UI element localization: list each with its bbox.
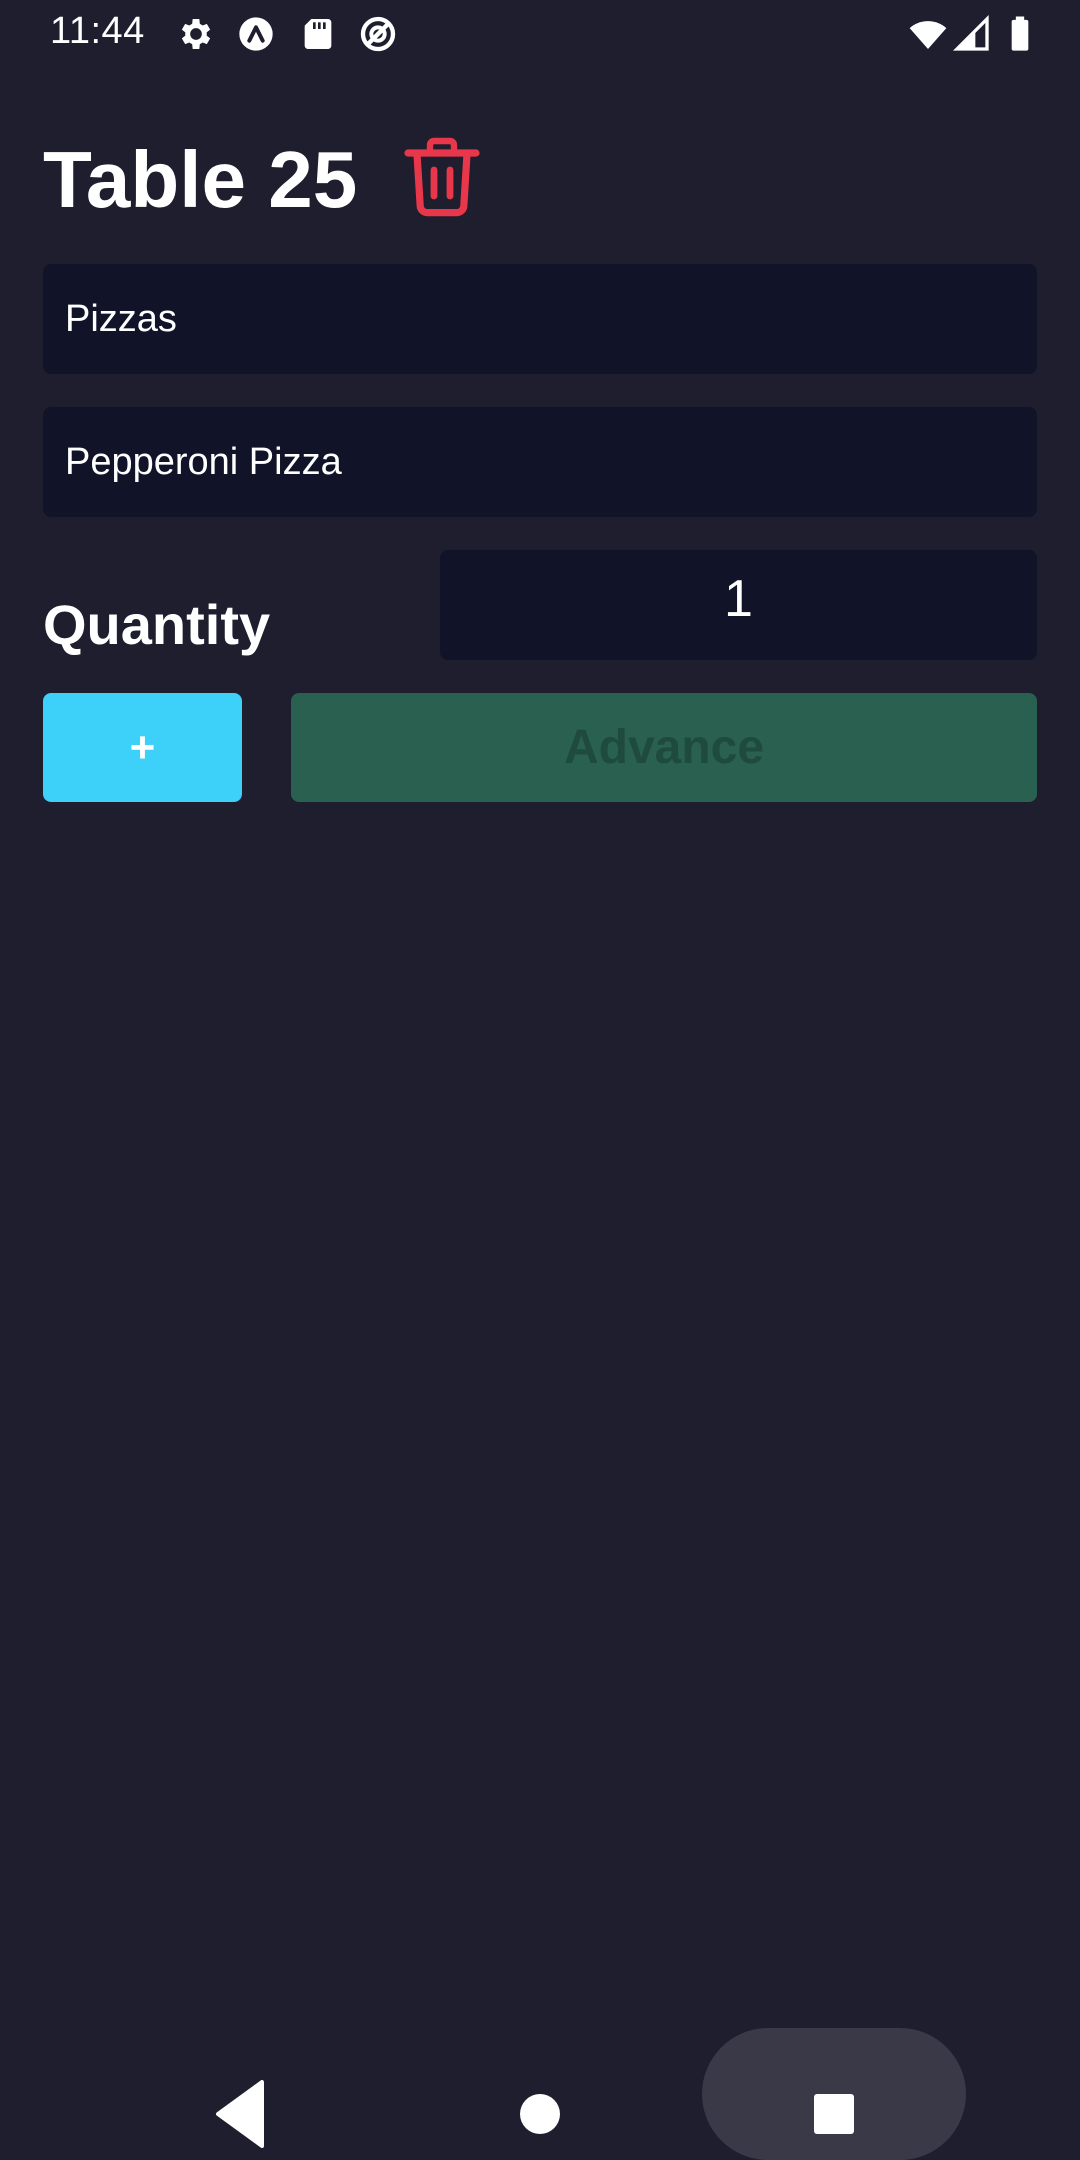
sync-icon — [358, 14, 398, 54]
home-button[interactable] — [500, 2074, 580, 2154]
app-screen: 11:44 Table 25 Pizzas Pepperoni Pizza Qu… — [0, 0, 1080, 2160]
delete-table-button[interactable] — [404, 136, 480, 218]
quantity-input[interactable]: 1 — [440, 550, 1037, 660]
status-time: 11:44 — [50, 10, 145, 52]
add-item-button[interactable]: + — [43, 693, 242, 802]
page-title: Table 25 — [43, 135, 358, 224]
category-field[interactable]: Pizzas — [43, 264, 1037, 374]
app-launcher-icon — [236, 14, 276, 54]
wifi-icon — [908, 14, 948, 54]
advance-button[interactable]: Advance — [291, 693, 1037, 802]
add-item-label: + — [129, 722, 156, 772]
settings-icon — [176, 14, 216, 54]
trash-icon — [404, 137, 480, 217]
battery-icon — [1000, 14, 1040, 54]
back-icon — [216, 2080, 264, 2148]
recents-button[interactable] — [794, 2074, 874, 2154]
item-field[interactable]: Pepperoni Pizza — [43, 407, 1037, 517]
quantity-label: Quantity — [43, 593, 271, 656]
navigation-bar — [0, 2020, 1080, 2160]
home-icon — [520, 2094, 560, 2134]
advance-label: Advance — [563, 721, 765, 774]
status-bar: 11:44 — [0, 0, 1080, 66]
sd-card-icon — [298, 14, 338, 54]
back-button[interactable] — [204, 2074, 284, 2154]
cellular-signal-icon — [952, 14, 992, 54]
recents-icon — [814, 2094, 854, 2134]
